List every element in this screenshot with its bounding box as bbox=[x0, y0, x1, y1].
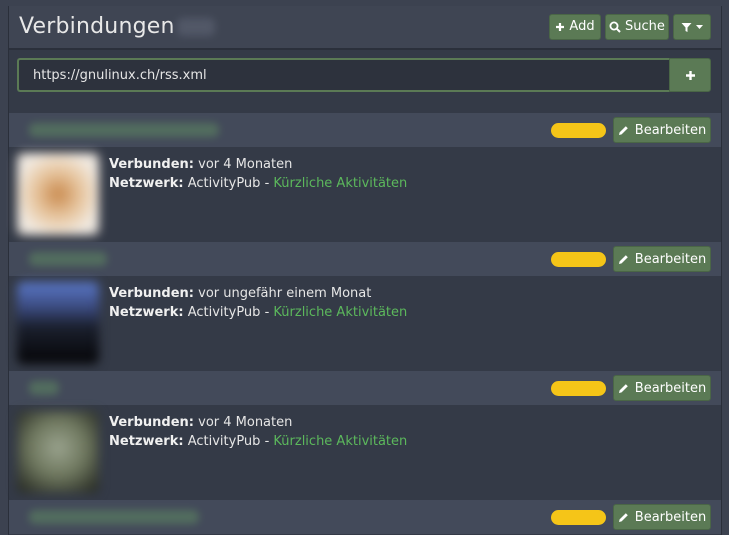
network-label: Netzwerk: bbox=[109, 434, 184, 449]
connection-header: Bearbeiten bbox=[9, 242, 721, 276]
feed-url-input[interactable] bbox=[17, 58, 669, 92]
pencil-icon bbox=[618, 383, 628, 393]
connected-value: vor ungefähr einem Monat bbox=[198, 286, 372, 301]
edit-button-label: Bearbeiten bbox=[634, 251, 707, 267]
network-value: ActivityPub bbox=[187, 305, 261, 320]
separator: - bbox=[264, 176, 270, 191]
connections-panel: Verbindungen Add Suche Bearbeiten bbox=[8, 6, 722, 535]
status-badge bbox=[551, 510, 606, 525]
edit-button-label: Bearbeiten bbox=[634, 122, 707, 138]
connection-details: Verbunden: vor 4 Monaten Netzwerk: Activ… bbox=[109, 155, 407, 193]
connection-item: Bearbeiten bbox=[9, 500, 721, 535]
status-badge bbox=[551, 381, 606, 396]
search-icon bbox=[609, 21, 621, 33]
pencil-icon bbox=[618, 125, 628, 135]
recent-activity-link[interactable]: Kürzliche Aktivitäten bbox=[273, 176, 407, 191]
blurred-connection-name[interactable] bbox=[29, 381, 59, 395]
add-button[interactable]: Add bbox=[549, 14, 601, 40]
network-label: Netzwerk: bbox=[109, 305, 184, 320]
pencil-icon bbox=[618, 254, 628, 264]
page-header: Verbindungen Add Suche bbox=[9, 6, 721, 50]
connection-details: Verbunden: vor ungefähr einem Monat Netz… bbox=[109, 284, 407, 322]
search-button[interactable]: Suche bbox=[605, 14, 669, 40]
blurred-connection-name[interactable] bbox=[29, 252, 107, 266]
avatar[interactable] bbox=[17, 411, 99, 493]
blurred-connection-name[interactable] bbox=[29, 123, 219, 137]
connection-details: Verbunden: vor 4 Monaten Netzwerk: Activ… bbox=[109, 413, 407, 451]
connection-item: Bearbeiten Verbunden: vor 4 Monaten Netz… bbox=[9, 371, 721, 500]
add-button-label: Add bbox=[569, 19, 595, 34]
connection-item: Bearbeiten Verbunden: vor ungefähr einem… bbox=[9, 242, 721, 371]
caret-down-icon bbox=[696, 24, 703, 29]
edit-button[interactable]: Bearbeiten bbox=[613, 117, 711, 143]
separator: - bbox=[264, 434, 270, 449]
connected-value: vor 4 Monaten bbox=[198, 157, 293, 172]
network-value: ActivityPub bbox=[187, 176, 261, 191]
blurred-title-suffix bbox=[177, 18, 215, 36]
recent-activity-link[interactable]: Kürzliche Aktivitäten bbox=[273, 434, 407, 449]
connection-header: Bearbeiten bbox=[9, 113, 721, 147]
edit-button-label: Bearbeiten bbox=[634, 509, 707, 525]
search-button-label: Suche bbox=[625, 19, 665, 34]
edit-button[interactable]: Bearbeiten bbox=[613, 375, 711, 401]
plus-icon bbox=[685, 70, 695, 80]
separator: - bbox=[264, 305, 270, 320]
connection-header: Bearbeiten bbox=[9, 371, 721, 405]
edit-button[interactable]: Bearbeiten bbox=[613, 246, 711, 272]
status-badge bbox=[551, 123, 606, 138]
connected-label: Verbunden: bbox=[109, 157, 194, 172]
connection-header: Bearbeiten bbox=[9, 500, 721, 534]
add-feed-button[interactable] bbox=[669, 58, 711, 92]
connection-item: Bearbeiten Verbunden: vor 4 Monaten Netz… bbox=[9, 113, 721, 242]
add-feed-row bbox=[17, 58, 711, 92]
filter-dropdown-button[interactable] bbox=[673, 14, 711, 40]
blurred-connection-name[interactable] bbox=[29, 510, 199, 524]
connected-label: Verbunden: bbox=[109, 286, 194, 301]
avatar[interactable] bbox=[17, 153, 99, 235]
recent-activity-link[interactable]: Kürzliche Aktivitäten bbox=[273, 305, 407, 320]
filter-icon bbox=[681, 22, 692, 32]
plus-icon bbox=[556, 23, 565, 31]
avatar[interactable] bbox=[17, 282, 99, 364]
network-value: ActivityPub bbox=[187, 434, 261, 449]
connected-value: vor 4 Monaten bbox=[198, 415, 293, 430]
connected-label: Verbunden: bbox=[109, 415, 194, 430]
edit-button-label: Bearbeiten bbox=[634, 380, 707, 396]
network-label: Netzwerk: bbox=[109, 176, 184, 191]
page-title: Verbindungen bbox=[19, 14, 175, 39]
status-badge bbox=[551, 252, 606, 267]
pencil-icon bbox=[618, 512, 628, 522]
edit-button[interactable]: Bearbeiten bbox=[613, 504, 711, 530]
